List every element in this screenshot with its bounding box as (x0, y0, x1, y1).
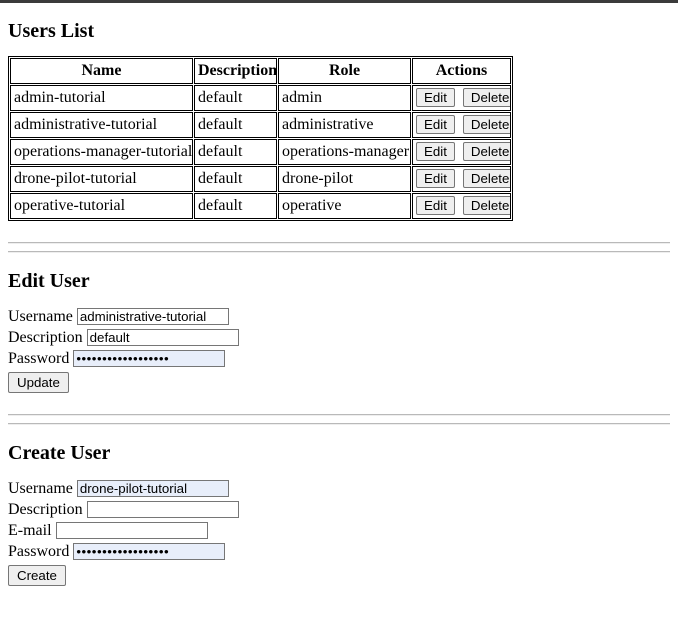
cell-actions: Edit Delete (412, 193, 511, 219)
edit-user-title: Edit User (8, 270, 90, 292)
column-header-name: Name (10, 58, 193, 84)
cell-description: default (194, 193, 277, 219)
table-header-row: Name Description Role Actions (10, 58, 511, 84)
edit-description-input[interactable] (86, 329, 239, 346)
edit-password-label: Password (8, 350, 70, 367)
update-button[interactable]: Update (8, 372, 69, 393)
create-submit-row: Create (8, 565, 670, 586)
cell-description: default (194, 166, 277, 192)
browser-chrome-bar (0, 0, 678, 3)
create-user-form: Username Description E-mail Password Cre… (8, 478, 670, 586)
table-row: administrative-tutorial default administ… (10, 112, 511, 138)
edit-button[interactable]: Edit (416, 88, 455, 107)
users-table: Name Description Role Actions admin-tuto… (8, 56, 513, 221)
divider-rule (8, 242, 670, 244)
edit-username-label: Username (8, 308, 73, 325)
cell-description: default (194, 112, 277, 138)
cell-actions: Edit Delete (412, 85, 511, 111)
create-username-row: Username (8, 478, 670, 499)
delete-button[interactable]: Delete (462, 169, 510, 188)
cell-actions: Edit Delete (412, 166, 511, 192)
create-password-row: Password (8, 541, 670, 562)
delete-button[interactable]: Delete (462, 196, 510, 215)
cell-role: admin (278, 85, 411, 111)
edit-password-row: Password (8, 348, 670, 369)
divider-rule (8, 251, 670, 253)
edit-button[interactable]: Edit (416, 196, 455, 215)
cell-role: operations-manager (278, 139, 411, 165)
cell-description: default (194, 85, 277, 111)
create-description-row: Description (8, 499, 670, 520)
create-password-input[interactable] (73, 543, 226, 560)
cell-name: administrative-tutorial (10, 112, 193, 138)
divider-rule (8, 423, 670, 425)
create-username-input[interactable] (76, 480, 229, 497)
create-description-input[interactable] (86, 501, 239, 518)
create-description-label: Description (8, 501, 83, 518)
table-row: admin-tutorial default admin Edit Delete (10, 85, 511, 111)
page-content: Users List Name Description Role Actions… (0, 20, 678, 586)
cell-role: drone-pilot (278, 166, 411, 192)
table-row: drone-pilot-tutorial default drone-pilot… (10, 166, 511, 192)
edit-user-form: Username Description Password Update (8, 306, 670, 393)
create-username-label: Username (8, 480, 73, 497)
cell-actions: Edit Delete (412, 112, 511, 138)
edit-button[interactable]: Edit (416, 169, 455, 188)
create-user-title: Create User (8, 442, 111, 464)
cell-name: admin-tutorial (10, 85, 193, 111)
edit-button[interactable]: Edit (416, 115, 455, 134)
table-row: operative-tutorial default operative Edi… (10, 193, 511, 219)
edit-button[interactable]: Edit (416, 142, 455, 161)
cell-name: drone-pilot-tutorial (10, 166, 193, 192)
delete-button[interactable]: Delete (462, 88, 510, 107)
edit-description-row: Description (8, 327, 670, 348)
cell-name: operations-manager-tutorial (10, 139, 193, 165)
cell-role: operative (278, 193, 411, 219)
cell-description: default (194, 139, 277, 165)
create-email-input[interactable] (55, 522, 208, 539)
table-row: operations-manager-tutorial default oper… (10, 139, 511, 165)
delete-button[interactable]: Delete (462, 115, 510, 134)
edit-password-input[interactable] (73, 350, 226, 367)
cell-role: administrative (278, 112, 411, 138)
create-email-row: E-mail (8, 520, 670, 541)
users-list-title: Users List (8, 20, 95, 42)
edit-username-row: Username (8, 306, 670, 327)
divider-rule (8, 414, 670, 416)
cell-actions: Edit Delete (412, 139, 511, 165)
column-header-description: Description (194, 58, 277, 84)
column-header-actions: Actions (412, 58, 511, 84)
create-button[interactable]: Create (8, 565, 66, 586)
edit-description-label: Description (8, 329, 83, 346)
delete-button[interactable]: Delete (462, 142, 510, 161)
section-divider-top (8, 242, 670, 253)
cell-name: operative-tutorial (10, 193, 193, 219)
edit-username-input[interactable] (76, 308, 229, 325)
create-email-label: E-mail (8, 522, 52, 539)
edit-submit-row: Update (8, 372, 670, 393)
section-divider-bottom (8, 414, 670, 425)
create-password-label: Password (8, 543, 70, 560)
column-header-role: Role (278, 58, 411, 84)
